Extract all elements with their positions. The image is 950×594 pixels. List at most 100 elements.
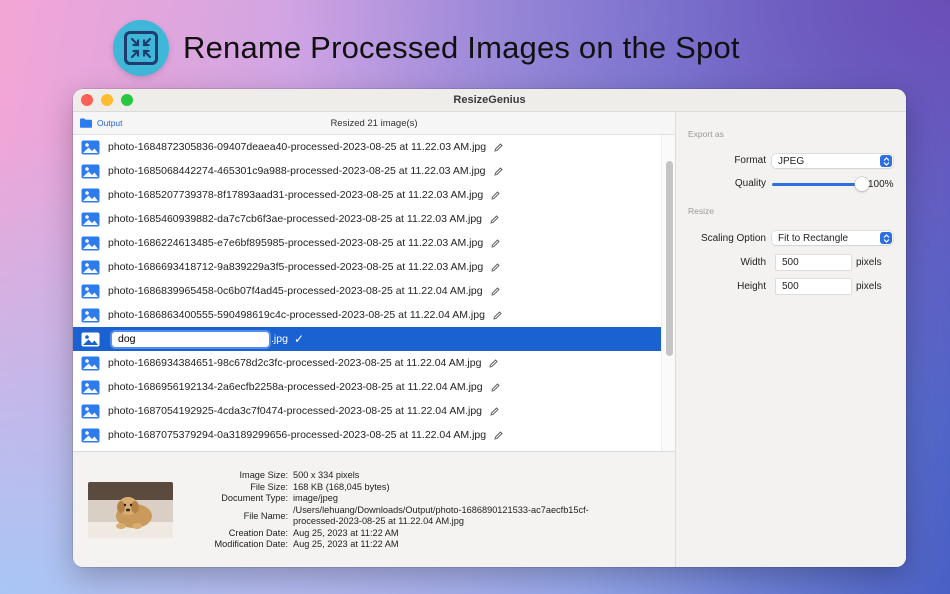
- photo-icon: [81, 428, 100, 442]
- file-size-value: 168 KB (168,045 bytes): [293, 481, 390, 492]
- file-row[interactable]: photo-1686693418712-9a839229a3f5-process…: [73, 255, 675, 279]
- checkmark-icon[interactable]: ✓: [294, 332, 304, 346]
- headline-text: Rename Processed Images on the Spot: [183, 30, 740, 65]
- window-title: ResizeGenius: [453, 94, 526, 106]
- compress-arrows-icon: [113, 20, 169, 76]
- width-label: Width: [740, 257, 766, 268]
- settings-pane: Export as Format JPEG Quality 100% Resiz…: [675, 112, 906, 567]
- export-section-label: Export as: [688, 129, 724, 139]
- file-name: photo-1686956192134-2a6ecfb2258a-process…: [108, 381, 483, 393]
- document-type-value: image/jpeg: [293, 493, 338, 503]
- photo-icon: [81, 284, 100, 298]
- creation-date-label: Creation Date:: [228, 527, 288, 538]
- file-row[interactable]: photo-1687075379294-0a3189299656-process…: [73, 423, 675, 447]
- format-value: JPEG: [778, 155, 805, 167]
- photo-icon: [81, 212, 100, 226]
- pencil-icon[interactable]: [493, 310, 502, 320]
- file-row-selected[interactable]: .jpg ✓: [73, 327, 662, 351]
- image-size-value: 500 x 334 pixels: [293, 470, 360, 480]
- width-field[interactable]: 500: [776, 255, 851, 270]
- file-pane: Output Resized 21 image(s) photo-1684872…: [73, 112, 675, 567]
- photo-icon: [81, 356, 100, 370]
- folder-icon: [80, 118, 92, 128]
- pencil-icon[interactable]: [494, 142, 503, 152]
- image-metadata: Image Size: 500 x 334 pixels File Size: …: [183, 470, 623, 551]
- file-row[interactable]: photo-1687054192925-4cda3c7f0474-process…: [73, 399, 675, 423]
- title-bar: ResizeGenius: [73, 89, 906, 112]
- pencil-icon[interactable]: [490, 214, 499, 224]
- modification-date-value: Aug 25, 2023 at 11:22 AM: [293, 539, 399, 549]
- file-row[interactable]: photo-1684872305836-09407deaea40-process…: [73, 135, 675, 159]
- resize-status: Resized 21 image(s): [330, 117, 418, 129]
- chevron-updown-icon: [880, 232, 892, 244]
- file-list: photo-1684872305836-09407deaea40-process…: [73, 135, 675, 451]
- quality-slider[interactable]: [772, 176, 869, 192]
- pencil-icon[interactable]: [490, 382, 500, 392]
- height-field[interactable]: 500: [776, 279, 851, 294]
- window-controls: [81, 94, 133, 106]
- chevron-updown-icon: [880, 155, 892, 167]
- pencil-icon[interactable]: [491, 238, 500, 248]
- file-row[interactable]: photo-1686956192134-2a6ecfb2258a-process…: [73, 375, 675, 399]
- quality-slider-track[interactable]: [772, 183, 862, 186]
- scrollbar-thumb[interactable]: [666, 161, 673, 356]
- file-name: photo-1686224613485-e7e6bf895985-process…: [108, 237, 484, 249]
- quality-label: Quality: [734, 178, 766, 189]
- pencil-icon[interactable]: [491, 262, 500, 272]
- file-row[interactable]: photo-1685207739378-8f17893aad31-process…: [73, 183, 675, 207]
- image-preview: [88, 482, 173, 538]
- resize-section-label: Resize: [688, 206, 714, 216]
- app-window: ResizeGenius Output Resized 21 image(s) …: [73, 89, 906, 567]
- width-unit: pixels: [856, 257, 882, 268]
- modification-date-label: Modification Date:: [214, 539, 288, 549]
- image-size-label: Image Size:: [239, 470, 288, 480]
- pencil-icon[interactable]: [491, 190, 500, 200]
- pencil-icon[interactable]: [489, 358, 499, 368]
- photo-icon: [81, 236, 100, 250]
- file-name: photo-1685207739378-8f17893aad31-process…: [108, 189, 484, 201]
- zoom-window-button[interactable]: [121, 94, 133, 106]
- file-extension: .jpg: [271, 333, 288, 345]
- file-name: photo-1685460939882-da7c7cb6f3ae-process…: [108, 213, 483, 225]
- file-row[interactable]: photo-1685460939882-da7c7cb6f3ae-process…: [73, 207, 675, 231]
- photo-icon: [81, 308, 100, 322]
- output-folder-button[interactable]: Output: [80, 118, 123, 128]
- creation-date-value: Aug 25, 2023 at 11:22 AM: [293, 527, 399, 538]
- photo-icon: [81, 164, 100, 178]
- height-label: Height: [737, 281, 766, 292]
- file-name: photo-1686934384651-98c678d2c3fc-process…: [108, 357, 482, 369]
- file-row[interactable]: photo-1686224613485-e7e6bf895985-process…: [73, 231, 675, 255]
- output-folder-label: Output: [97, 118, 123, 128]
- format-popup[interactable]: JPEG: [772, 154, 893, 168]
- pencil-icon[interactable]: [490, 406, 499, 416]
- photo-icon: [81, 380, 100, 394]
- file-row[interactable]: photo-1686934384651-98c678d2c3fc-process…: [73, 351, 675, 375]
- file-name: photo-1686693418712-9a839229a3f5-process…: [108, 261, 484, 273]
- file-row[interactable]: photo-1685068442274-465301c9a988-process…: [73, 159, 675, 183]
- pencil-icon[interactable]: [493, 166, 503, 176]
- scroll-track[interactable]: [661, 135, 675, 451]
- minimize-window-button[interactable]: [101, 94, 113, 106]
- file-name: photo-1687075379294-0a3189299656-process…: [108, 429, 487, 441]
- quality-slider-knob[interactable]: [855, 177, 869, 191]
- file-name-value: /Users/lehuang/Downloads/Output/photo-16…: [293, 505, 623, 528]
- document-type-label: Document Type:: [221, 493, 288, 503]
- close-window-button[interactable]: [81, 94, 93, 106]
- file-row[interactable]: photo-1686839965458-0c6b07f4ad45-process…: [73, 279, 675, 303]
- file-name: photo-1684872305836-09407deaea40-process…: [108, 141, 487, 153]
- height-unit: pixels: [856, 281, 882, 292]
- scaling-option-popup[interactable]: Fit to Rectangle: [772, 231, 893, 245]
- file-name-label: File Name:: [243, 510, 288, 521]
- file-size-label: File Size:: [250, 481, 288, 492]
- file-name-line-1: /Users/lehuang/Downloads/Output/photo-16…: [293, 504, 589, 515]
- pencil-icon[interactable]: [490, 286, 500, 296]
- rename-input[interactable]: [110, 329, 271, 349]
- pencil-icon[interactable]: [494, 430, 503, 440]
- format-label: Format: [734, 155, 766, 166]
- list-toolbar: Output Resized 21 image(s): [73, 112, 675, 135]
- photo-icon: [81, 404, 100, 418]
- photo-icon: [81, 260, 100, 274]
- photo-icon: [81, 140, 100, 154]
- scaling-option-value: Fit to Rectangle: [778, 232, 849, 244]
- file-row[interactable]: photo-1686863400555-590498619c4c-process…: [73, 303, 675, 327]
